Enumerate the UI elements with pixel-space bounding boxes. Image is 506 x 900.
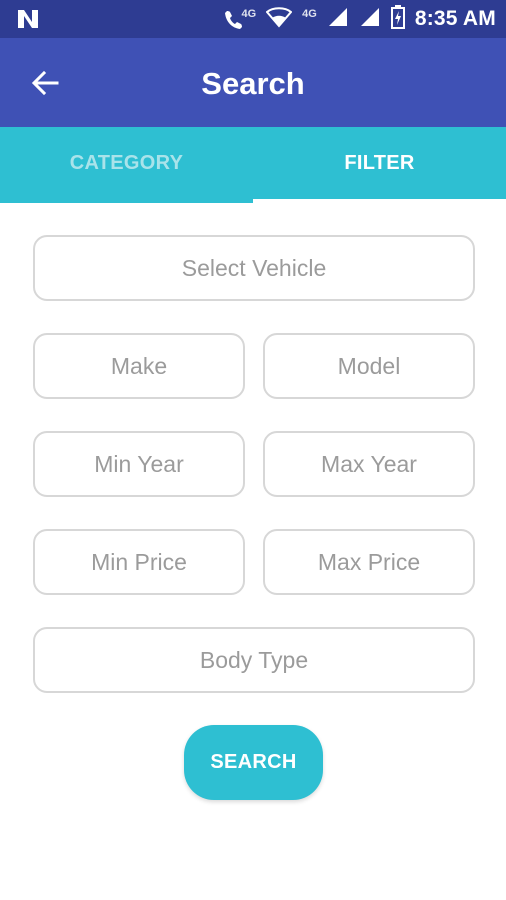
volte-call-icon: 4G bbox=[223, 8, 256, 30]
app-bar: Search bbox=[0, 38, 506, 127]
signal-icon-2 bbox=[359, 6, 381, 33]
page-title: Search bbox=[201, 66, 305, 101]
select-vehicle-field[interactable]: Select Vehicle bbox=[33, 235, 475, 301]
network-4g-label-b: 4G bbox=[302, 8, 317, 20]
active-tab-indicator bbox=[253, 199, 506, 203]
min-price-field[interactable]: Min Price bbox=[33, 529, 245, 595]
battery-charging-icon bbox=[390, 4, 405, 34]
status-time: 8:35 AM bbox=[414, 7, 496, 30]
max-year-field[interactable]: Max Year bbox=[263, 431, 475, 497]
search-button[interactable]: SEARCH bbox=[184, 725, 323, 800]
wifi-icon bbox=[265, 6, 293, 33]
tab-filter[interactable]: FILTER bbox=[253, 127, 506, 199]
model-field[interactable]: Model bbox=[263, 333, 475, 399]
body-type-field[interactable]: Body Type bbox=[33, 627, 475, 693]
min-year-field[interactable]: Min Year bbox=[33, 431, 245, 497]
max-price-field[interactable]: Max Price bbox=[263, 529, 475, 595]
notification-n-icon bbox=[16, 8, 40, 35]
network-4g-label-a: 4G bbox=[241, 8, 257, 20]
status-bar: 4G 4G 8:35 AM bbox=[0, 0, 506, 38]
signal-icon-1 bbox=[327, 6, 349, 33]
tab-bar: CATEGORY FILTER bbox=[0, 127, 506, 203]
make-field[interactable]: Make bbox=[33, 333, 245, 399]
tab-category[interactable]: CATEGORY bbox=[0, 127, 253, 199]
